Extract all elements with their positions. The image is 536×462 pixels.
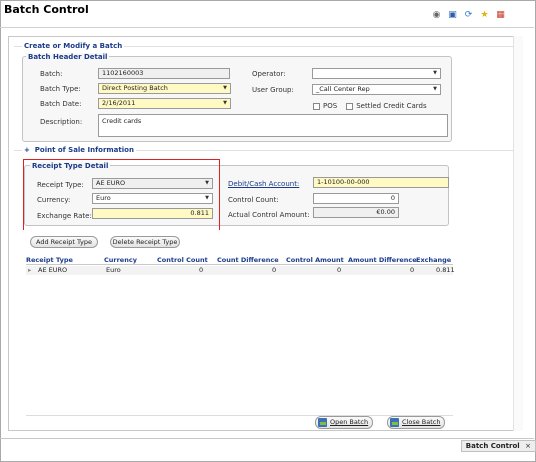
batch-label: Batch: — [40, 70, 63, 78]
user-group-value: _Call Center Rep — [316, 85, 370, 93]
row-selector-icon: ▸ — [28, 266, 32, 274]
bottom-tab-label: Batch Control — [465, 442, 520, 450]
batch-type-label: Batch Type: — [40, 85, 81, 93]
cell-control-amount: 0 — [337, 266, 342, 274]
pos-checkbox[interactable] — [313, 102, 320, 110]
column-header-amount-difference[interactable]: Amount Difference — [348, 256, 417, 264]
description-label: Description: — [40, 118, 83, 126]
close-icon[interactable]: × — [525, 442, 531, 450]
column-header-currency[interactable]: Currency — [104, 256, 137, 264]
delete-receipt-type-button[interactable]: Delete Receipt Type — [110, 236, 180, 248]
grid-body — [26, 266, 453, 416]
pos-section-label: Point of Sale Information — [34, 146, 134, 154]
actual-control-amount-label: Actual Control Amount: — [228, 211, 310, 219]
open-batch-button[interactable]: Open Batch — [315, 416, 374, 429]
add-receipt-type-button[interactable]: Add Receipt Type — [30, 236, 98, 248]
operator-select[interactable]: ▼ — [312, 68, 441, 79]
close-batch-label: Close Batch — [402, 418, 441, 426]
batch-date-field[interactable]: 2/16/2011 ▼ — [98, 98, 231, 109]
cell-count-difference: 0 — [272, 266, 277, 274]
user-group-label: User Group: — [252, 86, 294, 94]
close-batch-button[interactable]: Close Batch — [387, 416, 446, 429]
footer-separator — [0, 438, 534, 439]
actual-control-amount-field: €0.00 — [313, 207, 399, 218]
cell-exchange: 0.811 — [436, 266, 455, 274]
save-icon[interactable]: ▣ — [447, 10, 458, 21]
description-field[interactable]: Credit cards — [98, 114, 448, 137]
batch-field[interactable]: 1102160003 — [98, 68, 230, 79]
batch-date-value: 2/16/2011 — [102, 99, 136, 107]
batch-header-title: Batch Header Detail — [26, 53, 110, 61]
gl-account-field[interactable]: 1-10100-00-000 — [313, 177, 449, 188]
title-separator — [0, 27, 534, 28]
settled-credit-cards-checkbox[interactable] — [346, 102, 354, 110]
chevron-down-icon: ▼ — [433, 86, 437, 92]
open-batch-icon — [318, 418, 327, 427]
chevron-down-icon: ▼ — [223, 85, 227, 91]
control-count-field[interactable]: 0 — [313, 193, 399, 204]
toolbar: ◉ ▣ ⟳ ★ ▦ — [431, 10, 506, 21]
column-header-control-count[interactable]: Control Count — [157, 256, 208, 264]
vertical-scrollbar[interactable] — [513, 36, 523, 431]
pdf-icon[interactable]: ▦ — [495, 10, 506, 21]
grid-header: Receipt Type Currency Control Count Coun… — [26, 256, 453, 265]
highlight-box — [23, 159, 220, 231]
cell-currency: Euro — [106, 266, 121, 274]
eye-icon[interactable]: ◉ — [431, 10, 442, 21]
table-row[interactable]: ▸ AE EURO Euro 0 0 0 0 0.811 — [26, 266, 455, 275]
section-create-title: Create or Modify a Batch — [22, 42, 125, 50]
column-header-count-difference[interactable]: Count Difference — [217, 256, 279, 264]
open-batch-label: Open Batch — [330, 418, 369, 426]
column-header-receipt-type[interactable]: Receipt Type — [26, 256, 73, 264]
cell-receipt-type: AE EURO — [38, 266, 68, 274]
pos-checkbox-row: POS Settled Credit Cards — [313, 102, 427, 110]
refresh-icon[interactable]: ⟳ — [463, 10, 474, 21]
chevron-down-icon: ▼ — [223, 100, 227, 106]
control-count-label: Control Count: — [228, 196, 279, 204]
column-header-control-amount[interactable]: Control Amount — [286, 256, 344, 264]
settled-credit-cards-label: Settled Credit Cards — [356, 102, 427, 110]
expand-icon: + — [24, 146, 30, 154]
lightbulb-icon[interactable]: ★ — [479, 10, 490, 21]
cell-amount-difference: 0 — [410, 266, 415, 274]
operator-label: Operator: — [252, 70, 286, 78]
batch-date-label: Batch Date: — [40, 100, 82, 108]
column-header-exchange[interactable]: Exchange — [416, 256, 451, 264]
user-group-select[interactable]: _Call Center Rep ▼ — [312, 84, 441, 95]
pos-label: POS — [323, 102, 338, 110]
gl-account-link[interactable]: Debit/Cash Account: — [228, 180, 299, 188]
batch-type-value: Direct Posting Batch — [102, 84, 168, 92]
cell-control-count: 0 — [199, 266, 204, 274]
pos-section-title[interactable]: + Point of Sale Information — [22, 146, 136, 154]
chevron-down-icon: ▼ — [433, 70, 437, 76]
window-title: Batch Control — [4, 3, 89, 16]
bottom-window-tab[interactable]: Batch Control × — [460, 440, 536, 452]
close-batch-icon — [390, 418, 399, 427]
batch-type-select[interactable]: Direct Posting Batch ▼ — [98, 83, 231, 94]
